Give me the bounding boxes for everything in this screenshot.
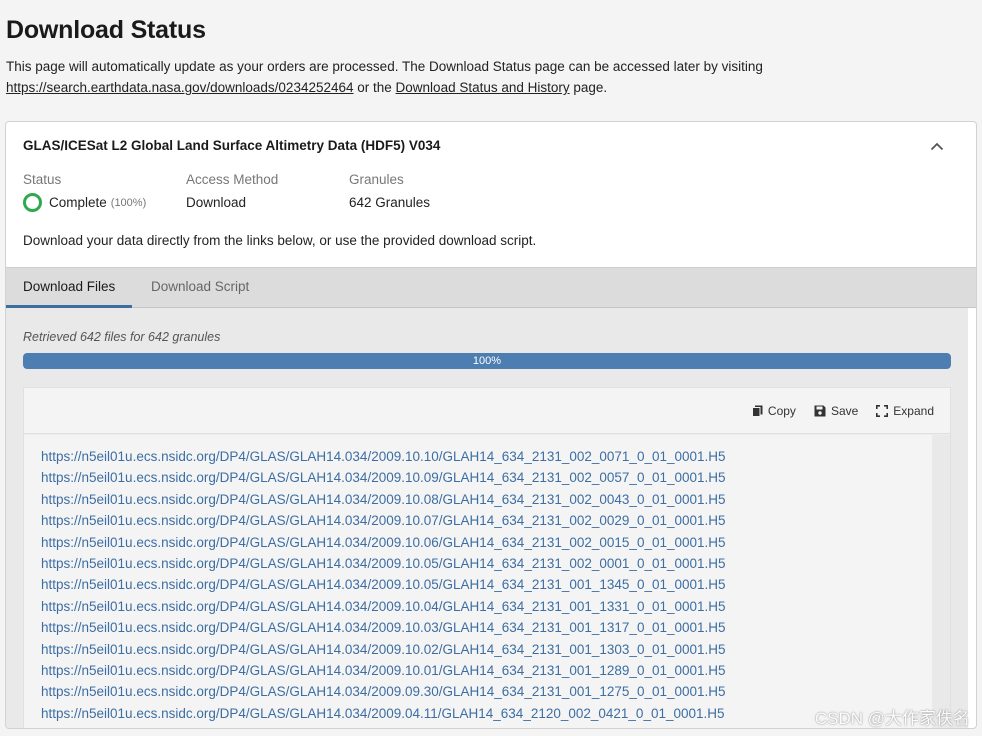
status-value: Complete: [49, 195, 107, 210]
download-link[interactable]: https://n5eil01u.ecs.nsidc.org/DP4/GLAS/…: [41, 553, 934, 574]
page-title: Download Status: [6, 16, 206, 44]
status-field: Status Complete (100%): [23, 172, 147, 212]
granules-value: 642 Granules: [349, 195, 431, 210]
access-method-field: Access Method Download: [186, 172, 279, 210]
progress-fill: 100%: [23, 353, 951, 369]
status-percent: (100%): [110, 196, 147, 209]
expand-button[interactable]: Expand: [876, 404, 934, 418]
download-link[interactable]: https://n5eil01u.ecs.nsidc.org/DP4/GLAS/…: [41, 596, 934, 617]
copy-icon: [751, 405, 763, 417]
download-link[interactable]: https://n5eil01u.ecs.nsidc.org/DP4/GLAS/…: [41, 639, 934, 660]
complete-status-icon: [23, 193, 42, 212]
tab-download-script[interactable]: Download Script: [134, 268, 266, 308]
download-history-link[interactable]: Download Status and History: [396, 80, 570, 95]
links-scrollbar[interactable]: [932, 435, 950, 728]
collapse-button[interactable]: [928, 137, 946, 155]
granules-field: Granules 642 Granules: [349, 172, 431, 210]
collection-title: GLAS/ICESat L2 Global Land Surface Altim…: [23, 138, 441, 153]
links-toolbar: Copy Save Expand: [24, 388, 950, 434]
download-link[interactable]: https://n5eil01u.ecs.nsidc.org/DP4/GLAS/…: [41, 703, 934, 724]
copy-button[interactable]: Copy: [751, 404, 796, 418]
intro-text: This page will automatically update as y…: [6, 59, 763, 95]
links-box: Copy Save Expand https://n5eil01u.ecs.ns…: [23, 387, 951, 728]
download-link[interactable]: https://n5eil01u.ecs.nsidc.org/DP4/GLAS/…: [41, 489, 934, 510]
retrieved-count: Retrieved 642 files for 642 granules: [23, 330, 221, 344]
download-link[interactable]: https://n5eil01u.ecs.nsidc.org/DP4/GLAS/…: [41, 510, 934, 531]
downloads-permalink[interactable]: https://search.earthdata.nasa.gov/downlo…: [6, 80, 354, 95]
download-link[interactable]: https://n5eil01u.ecs.nsidc.org/DP4/GLAS/…: [41, 660, 934, 681]
download-tabs: Download Files Download Script: [6, 267, 976, 308]
download-link[interactable]: https://n5eil01u.ecs.nsidc.org/DP4/GLAS/…: [41, 446, 934, 467]
download-link[interactable]: https://n5eil01u.ecs.nsidc.org/DP4/GLAS/…: [41, 574, 934, 595]
progress-label: 100%: [472, 355, 502, 367]
download-files-panel: Retrieved 642 files for 642 granules 100…: [6, 308, 968, 728]
download-description: Download your data directly from the lin…: [23, 233, 537, 248]
expand-icon: [876, 404, 889, 417]
save-button[interactable]: Save: [814, 404, 858, 418]
download-links-list: https://n5eil01u.ecs.nsidc.org/DP4/GLAS/…: [24, 435, 934, 728]
download-link[interactable]: https://n5eil01u.ecs.nsidc.org/DP4/GLAS/…: [41, 617, 934, 638]
download-link[interactable]: https://n5eil01u.ecs.nsidc.org/DP4/GLAS/…: [41, 467, 934, 488]
download-link[interactable]: https://n5eil01u.ecs.nsidc.org/DP4/GLAS/…: [41, 532, 934, 553]
watermark: CSDN @大作家佚名: [814, 709, 970, 728]
tab-download-files[interactable]: Download Files: [6, 268, 133, 308]
access-method-value: Download: [186, 195, 247, 210]
chevron-up-icon: [930, 142, 944, 150]
order-card: GLAS/ICESat L2 Global Land Surface Altim…: [5, 121, 977, 729]
save-icon: [814, 405, 826, 416]
download-link[interactable]: https://n5eil01u.ecs.nsidc.org/DP4/GLAS/…: [41, 681, 934, 702]
progress-bar: 100%: [23, 353, 951, 369]
